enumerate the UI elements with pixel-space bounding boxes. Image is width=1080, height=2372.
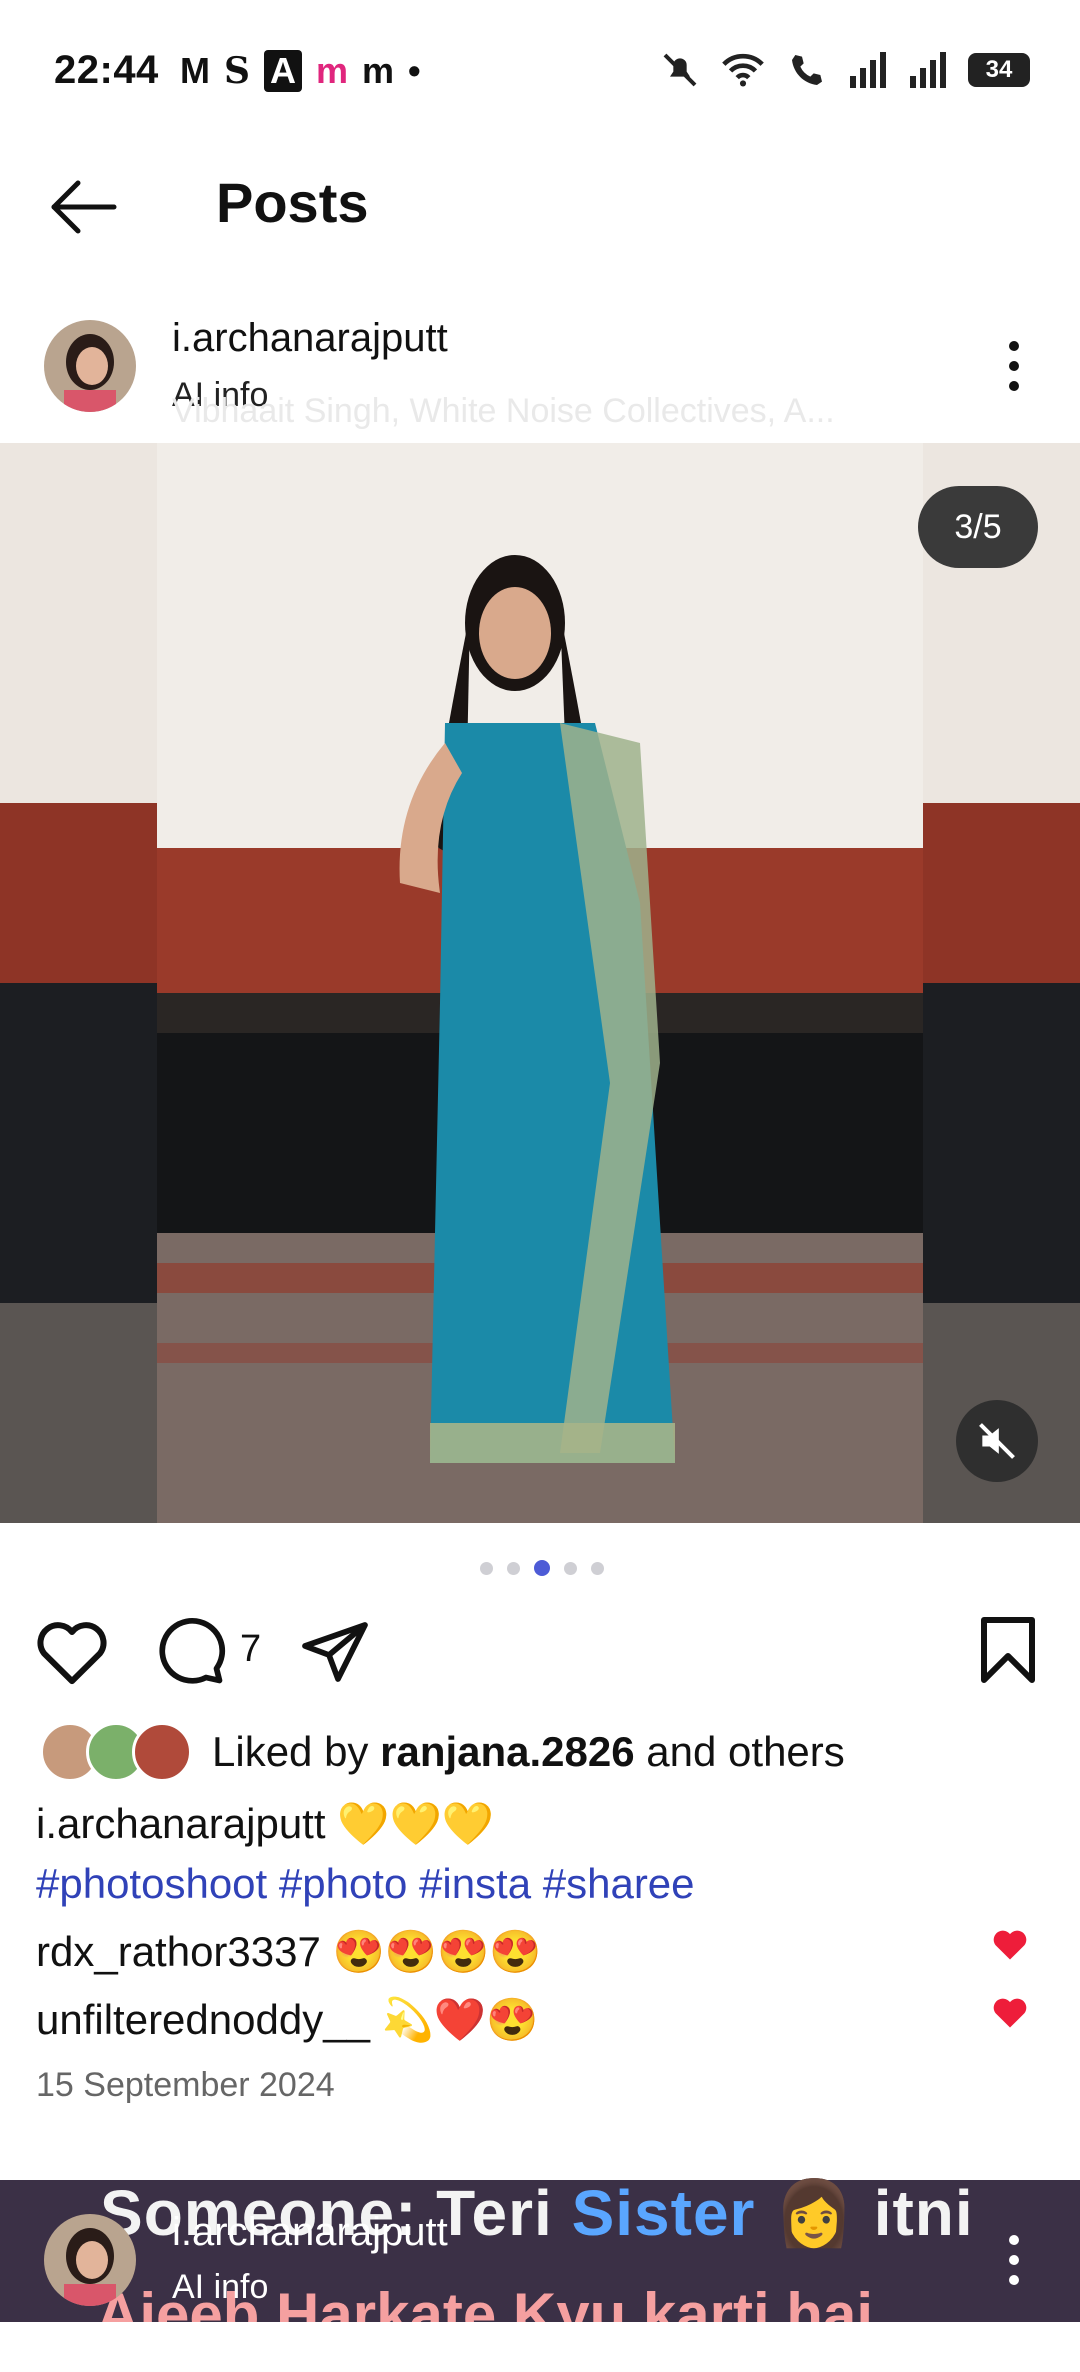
notif-icon-4: m bbox=[316, 50, 349, 91]
nav-bar-area bbox=[0, 2322, 1080, 2372]
post-date: 15 September 2024 bbox=[36, 2066, 335, 2104]
next-post-more-icon[interactable] bbox=[1004, 2230, 1024, 2290]
share-icon[interactable] bbox=[298, 1616, 372, 1688]
comment-user[interactable]: unfilterednoddy__ bbox=[36, 1996, 370, 2043]
liker-avatar bbox=[132, 1722, 192, 1782]
caption-username[interactable]: i.archanarajputt bbox=[36, 1800, 326, 1847]
notif-icon-3: A bbox=[264, 50, 302, 92]
back-arrow-icon[interactable] bbox=[48, 172, 118, 242]
hashtags[interactable]: #photoshoot #photo #insta #sharee bbox=[36, 1860, 695, 1908]
carousel-indicator bbox=[480, 1560, 604, 1576]
liked-by-user[interactable]: ranjana.2826 bbox=[380, 1728, 635, 1775]
bell-off-icon bbox=[663, 53, 697, 87]
speaker-muted-icon bbox=[979, 1423, 1015, 1459]
status-bar: 22:44 M S A m m • 34 bbox=[0, 0, 1080, 140]
carousel-dot bbox=[591, 1561, 604, 1575]
comment-user[interactable]: rdx_rathor3337 bbox=[36, 1928, 321, 1975]
next-post-username[interactable]: i.archanarajputt bbox=[172, 2210, 448, 2255]
caption-emoji: 💛💛💛 bbox=[337, 1800, 495, 1847]
page-title: Posts bbox=[216, 171, 369, 234]
notif-icon-5: m bbox=[362, 50, 395, 91]
notif-icon-1: M bbox=[180, 50, 210, 91]
liked-by-text: Liked by ranjana.2826 and others bbox=[212, 1728, 845, 1776]
audio-hint-text: Vibhaait Singh, White Noise Collectives,… bbox=[172, 392, 835, 430]
post-photo bbox=[0, 443, 1080, 1523]
system-icons: 34 bbox=[660, 50, 1030, 90]
liked-by-prefix: Liked by bbox=[212, 1728, 369, 1775]
liked-by-row[interactable]: Liked by ranjana.2826 and others bbox=[40, 1722, 845, 1782]
signal-icon-2 bbox=[910, 52, 946, 88]
avatar-image bbox=[44, 320, 136, 412]
carousel-dot bbox=[507, 1561, 520, 1575]
wifi-call-icon bbox=[792, 55, 822, 85]
status-time: 22:44 bbox=[54, 48, 159, 92]
bookmark-icon[interactable] bbox=[978, 1614, 1038, 1686]
comment-count: 7 bbox=[240, 1628, 262, 1670]
battery-icon: 34 bbox=[968, 53, 1030, 87]
signal-icon-1 bbox=[850, 52, 886, 88]
next-post-avatar[interactable] bbox=[44, 2214, 136, 2306]
notif-icon-6: • bbox=[408, 50, 421, 91]
next-post-ai-info[interactable]: AI info bbox=[172, 2268, 268, 2307]
avatar-image bbox=[44, 2214, 136, 2306]
more-options-icon[interactable] bbox=[1004, 336, 1024, 396]
avatar[interactable] bbox=[44, 320, 136, 412]
comment-item: rdx_rathor3337 😍😍😍😍 bbox=[36, 1928, 542, 1977]
carousel-dot bbox=[564, 1561, 577, 1575]
overlay-text-c: 👩 itni bbox=[774, 2177, 974, 2249]
media-counter: 3/5 bbox=[918, 486, 1038, 568]
carousel-dot-active bbox=[534, 1560, 550, 1576]
comment-like-heart-icon[interactable] bbox=[990, 1994, 1030, 2030]
wifi-icon bbox=[722, 53, 764, 87]
comment-text: 💫❤️😍 bbox=[381, 1996, 539, 2043]
liked-by-suffix: and others bbox=[646, 1728, 845, 1775]
post-media[interactable] bbox=[0, 443, 1080, 1523]
overlay-text-b: Sister bbox=[571, 2177, 756, 2249]
mute-button[interactable] bbox=[956, 1400, 1038, 1482]
comment-icon[interactable] bbox=[154, 1616, 228, 1688]
caption: i.archanarajputt 💛💛💛 bbox=[36, 1800, 494, 1849]
like-heart-icon[interactable] bbox=[34, 1616, 110, 1686]
notification-icons: M S A m m • bbox=[180, 50, 421, 92]
post-username[interactable]: i.archanarajputt bbox=[172, 316, 448, 361]
notif-icon-2: S bbox=[224, 50, 250, 92]
comment-text: 😍😍😍😍 bbox=[332, 1928, 542, 1975]
comment-item: unfilterednoddy__ 💫❤️😍 bbox=[36, 1996, 539, 2045]
comment-like-heart-icon[interactable] bbox=[990, 1926, 1030, 1962]
carousel-dot bbox=[480, 1561, 493, 1575]
